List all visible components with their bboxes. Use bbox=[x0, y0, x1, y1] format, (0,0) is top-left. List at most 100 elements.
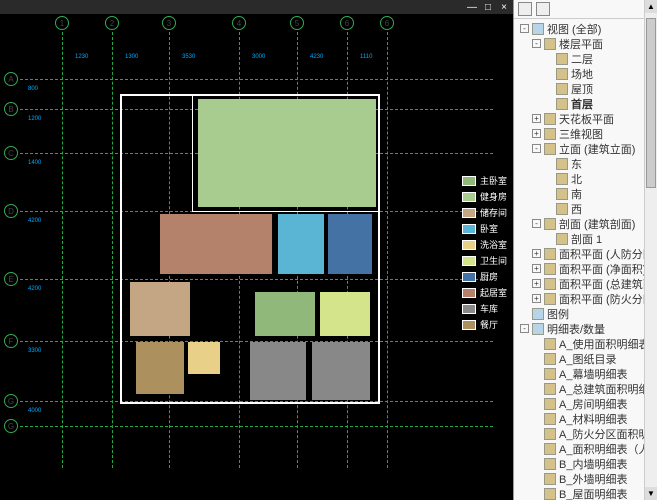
tree-spacer bbox=[532, 474, 541, 483]
node-icon bbox=[532, 323, 544, 335]
tree-node[interactable]: -楼层平面 bbox=[518, 36, 655, 51]
tree-node[interactable]: A_面积明细表（人防面积） bbox=[518, 441, 655, 456]
scroll-up-icon[interactable]: ▲ bbox=[645, 0, 657, 13]
legend-item: 卫生间 bbox=[462, 254, 507, 267]
scrollbar[interactable]: ▲ ▼ bbox=[644, 0, 657, 500]
tree-node[interactable]: +面积平面 (防火分区面积) bbox=[518, 291, 655, 306]
tree-node[interactable]: B_外墙明细表 bbox=[518, 471, 655, 486]
collapse-icon[interactable]: - bbox=[520, 324, 529, 333]
node-label: A_面积明细表（人防面积） bbox=[559, 441, 657, 457]
floor-plan-canvas[interactable]: 1234566ABCDEFGG 123013003530300042301110… bbox=[0, 14, 513, 486]
tree-node[interactable]: 图例 bbox=[518, 306, 655, 321]
collapse-icon[interactable]: - bbox=[532, 39, 541, 48]
project-browser[interactable]: -视图 (全部)-楼层平面 二层 场地 屋顶 首层+天花板平面+三维视图-立面 … bbox=[513, 0, 657, 500]
tree-node[interactable]: 场地 bbox=[518, 66, 655, 81]
tree-node[interactable]: A_防火分区面积明细表 bbox=[518, 426, 655, 441]
collapse-icon[interactable]: - bbox=[532, 219, 541, 228]
grid-bubble-2: 2 bbox=[105, 16, 119, 30]
swatch-icon bbox=[462, 288, 476, 298]
collapse-icon[interactable]: - bbox=[520, 24, 529, 33]
legend-label: 主卧室 bbox=[480, 174, 507, 187]
grid-bubble-E: E bbox=[4, 272, 18, 286]
tree-node[interactable]: A_幕墙明细表 bbox=[518, 366, 655, 381]
room-toilet bbox=[320, 292, 370, 336]
expand-icon[interactable]: + bbox=[532, 129, 541, 138]
legend-label: 卧室 bbox=[480, 222, 498, 235]
tree-node[interactable]: +三维视图 bbox=[518, 126, 655, 141]
gridline bbox=[387, 32, 388, 468]
tree-spacer bbox=[532, 384, 541, 393]
grid-bubble-C: C bbox=[4, 146, 18, 160]
grid-bubble-G: G bbox=[4, 419, 18, 433]
tree-spacer bbox=[544, 234, 553, 243]
expand-icon[interactable]: + bbox=[532, 294, 541, 303]
tree-node[interactable]: -立面 (建筑立面) bbox=[518, 141, 655, 156]
tree-node[interactable]: +天花板平面 bbox=[518, 111, 655, 126]
tree-node[interactable]: A_总建筑面积明细表 bbox=[518, 381, 655, 396]
tree-node[interactable]: -剖面 (建筑剖面) bbox=[518, 216, 655, 231]
tree-node[interactable]: B_内墙明细表 bbox=[518, 456, 655, 471]
tree-node[interactable]: A_材料明细表 bbox=[518, 411, 655, 426]
tree-node[interactable]: + 面积平面 (净面积) bbox=[518, 261, 655, 276]
grid-bubble-B: B bbox=[4, 102, 18, 116]
node-icon bbox=[544, 368, 556, 380]
node-label: B_屋面明细表 bbox=[559, 486, 627, 500]
scroll-down-icon[interactable]: ▼ bbox=[645, 487, 657, 500]
collapse-icon[interactable]: - bbox=[532, 144, 541, 153]
node-icon bbox=[544, 143, 556, 155]
tree-spacer bbox=[544, 159, 553, 168]
tree-node[interactable]: + 面积平面 (人防分区面积) bbox=[518, 246, 655, 261]
tree-node[interactable]: 南 bbox=[518, 186, 655, 201]
tree-node[interactable]: 屋顶 bbox=[518, 81, 655, 96]
swatch-icon bbox=[462, 256, 476, 266]
tree-node[interactable]: -明细表/数量 bbox=[518, 321, 655, 336]
dimension: 800 bbox=[28, 86, 38, 92]
tree-node[interactable]: +面积平面 (总建筑面积) bbox=[518, 276, 655, 291]
tree-node[interactable]: A_房间明细表 bbox=[518, 396, 655, 411]
swatch-icon bbox=[462, 304, 476, 314]
project-tree[interactable]: -视图 (全部)-楼层平面 二层 场地 屋顶 首层+天花板平面+三维视图-立面 … bbox=[514, 19, 657, 500]
tree-node[interactable]: A_图纸目录 bbox=[518, 351, 655, 366]
tree-node[interactable]: B_屋面明细表 bbox=[518, 486, 655, 500]
dimension: 3000 bbox=[252, 54, 265, 60]
node-icon bbox=[556, 83, 568, 95]
node-icon bbox=[544, 458, 556, 470]
grid-bubble-D: D bbox=[4, 204, 18, 218]
dimension: 4230 bbox=[310, 54, 323, 60]
legend-label: 厨房 bbox=[480, 270, 498, 283]
node-icon bbox=[544, 383, 556, 395]
filter-icon[interactable] bbox=[518, 2, 532, 16]
tree-node[interactable]: 西 bbox=[518, 201, 655, 216]
grid-bubble-1: 1 bbox=[55, 16, 69, 30]
grid-bubble-6: 6 bbox=[380, 16, 394, 30]
cad-drawing-area[interactable]: — □ × 1234566ABCDEFGG 123013003530300042… bbox=[0, 0, 513, 500]
node-label: 面积平面 (人防分区面积) bbox=[559, 246, 657, 262]
expand-icon[interactable]: + bbox=[532, 279, 541, 288]
tree-node[interactable]: A_使用面积明细表 bbox=[518, 336, 655, 351]
scroll-thumb[interactable] bbox=[646, 18, 656, 188]
node-label: A_防火分区面积明细表 bbox=[559, 426, 657, 442]
maximize-button[interactable]: □ bbox=[483, 2, 493, 12]
tree-node[interactable]: 首层 bbox=[518, 96, 655, 111]
tree-node[interactable]: 二层 bbox=[518, 51, 655, 66]
minimize-button[interactable]: — bbox=[467, 2, 477, 12]
node-icon bbox=[556, 98, 568, 110]
node-label: B_内墙明细表 bbox=[559, 456, 627, 472]
tree-node[interactable]: -视图 (全部) bbox=[518, 21, 655, 36]
tree-node[interactable]: 北 bbox=[518, 171, 655, 186]
grid-bubble-6: 6 bbox=[340, 16, 354, 30]
dimension: 4200 bbox=[28, 286, 41, 292]
tree-spacer bbox=[532, 399, 541, 408]
tree-node[interactable]: 东 bbox=[518, 156, 655, 171]
expand-icon[interactable]: + bbox=[532, 114, 541, 123]
tree-spacer bbox=[544, 204, 553, 213]
tree-node[interactable]: 剖面 1 bbox=[518, 231, 655, 246]
search-icon[interactable] bbox=[536, 2, 550, 16]
swatch-icon bbox=[462, 224, 476, 234]
expand-icon[interactable]: + bbox=[532, 249, 541, 258]
node-icon bbox=[544, 218, 556, 230]
close-button[interactable]: × bbox=[499, 2, 509, 12]
expand-icon[interactable]: + bbox=[532, 264, 541, 273]
node-label: 面积平面 (净面积) bbox=[559, 261, 646, 277]
room-gym bbox=[198, 99, 376, 207]
